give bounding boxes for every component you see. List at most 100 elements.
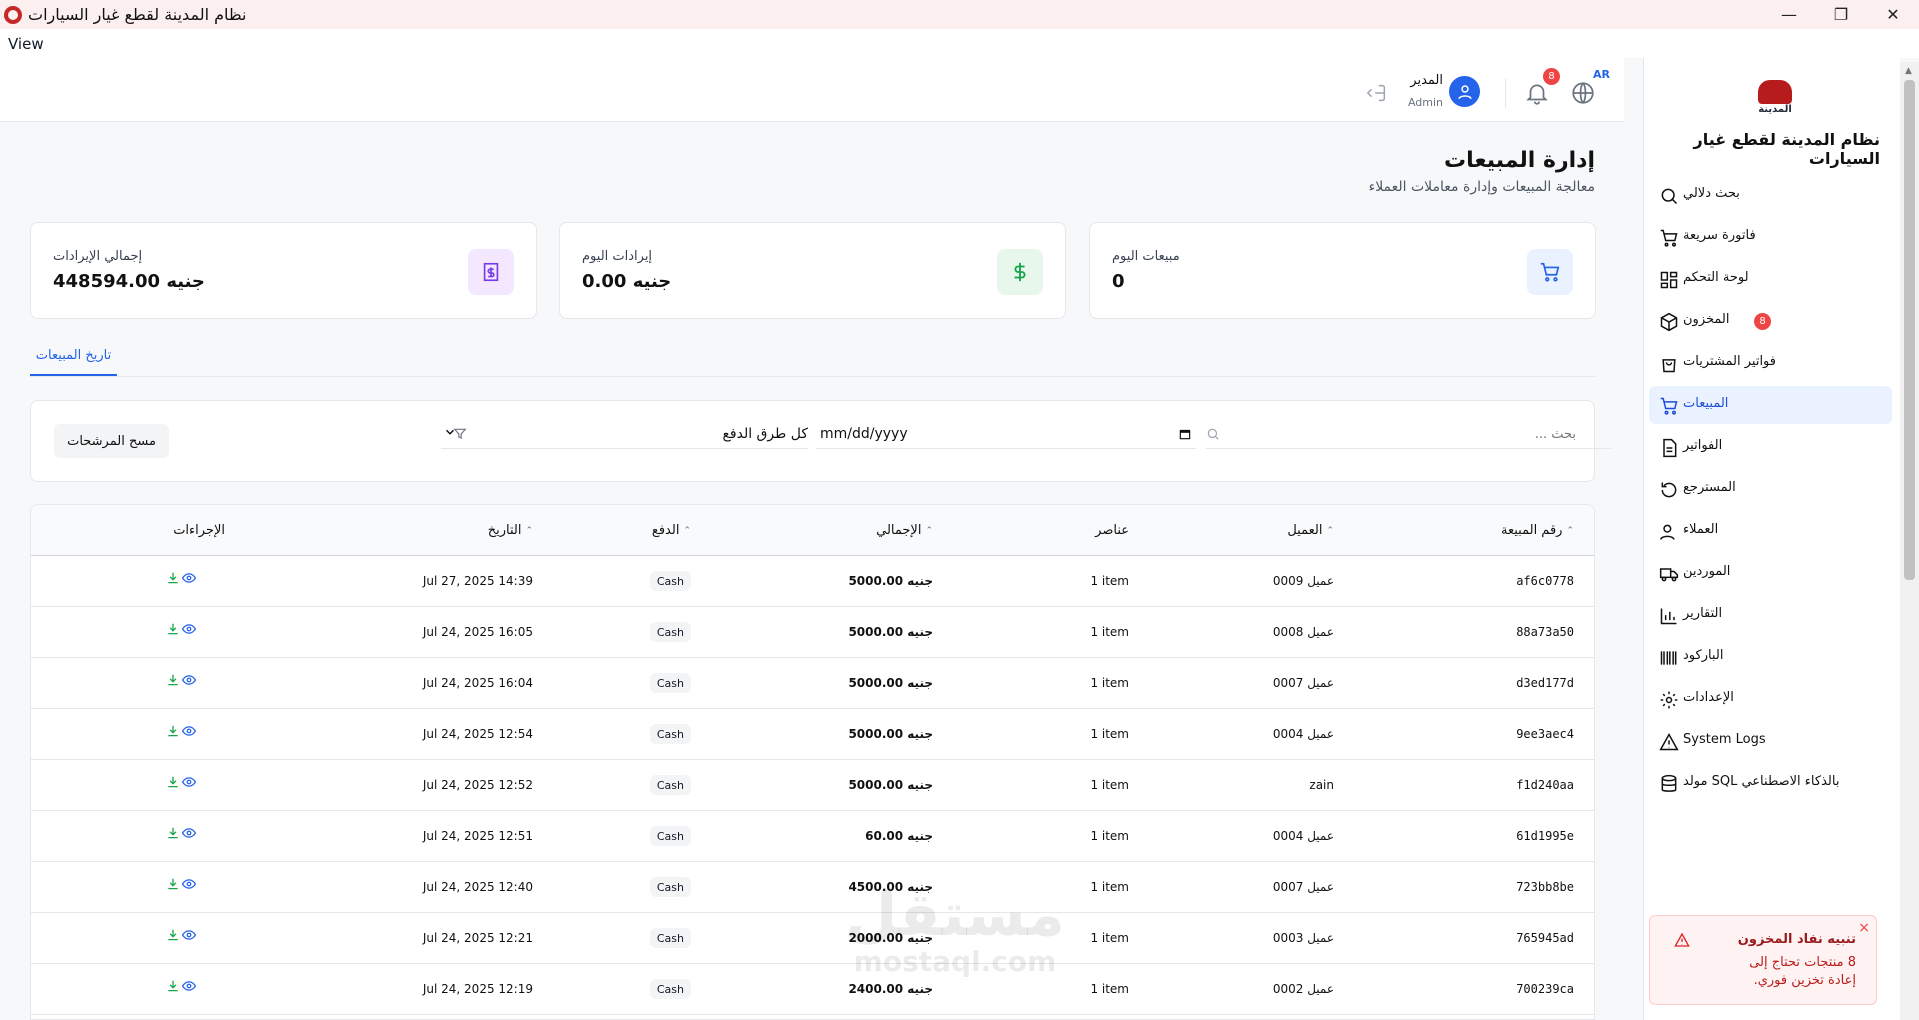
globe-icon[interactable] — [1570, 80, 1596, 106]
items-count: 1 item — [1090, 625, 1129, 639]
scroll-up-icon[interactable]: ▲ — [1905, 66, 1912, 76]
gear-icon — [1658, 689, 1680, 711]
customer-name: عميل 0004 — [1272, 727, 1334, 741]
user-role: Admin — [1407, 96, 1443, 109]
download-icon[interactable] — [166, 979, 180, 993]
header-divider — [1505, 78, 1506, 108]
row-actions — [166, 571, 197, 585]
toast-body: 8 منتجات تحتاج إلى إعادة تخزين فوري. — [1749, 955, 1856, 988]
sidebar-item-label: التقارير — [1683, 606, 1723, 621]
clear-filters-button[interactable]: مسح المرشحات — [54, 424, 169, 458]
logout-icon[interactable] — [1366, 82, 1388, 104]
row-actions — [166, 724, 197, 738]
sidebar-item-sales[interactable]: المبيعات — [1649, 386, 1892, 424]
header-payment[interactable]: الدفع ⌃ — [652, 523, 691, 538]
header-label: التاريخ — [487, 523, 522, 538]
menu-bar: View — [0, 29, 1919, 58]
search-input[interactable] — [1206, 421, 1576, 447]
header-date[interactable]: التاريخ ⌃ — [488, 523, 533, 538]
close-button[interactable]: ✕ — [1867, 0, 1919, 29]
calendar-icon[interactable] — [1178, 427, 1192, 441]
stat-card-today-revenue: إيرادات اليوم جنيه 0.00 — [559, 222, 1066, 319]
sidebar-item-invoices[interactable]: الفواتير — [1649, 428, 1892, 466]
tab-sales-history[interactable]: تاريخ المبيعات — [30, 348, 117, 376]
table-row[interactable]: f1d240aa zain 1 item جنيه 5000.00 Cash J… — [31, 760, 1594, 811]
sidebar-item-suppliers[interactable]: الموردين — [1649, 554, 1892, 592]
view-icon[interactable] — [181, 673, 197, 687]
payment-badge: Cash — [649, 724, 691, 744]
truck-icon — [1658, 563, 1680, 585]
inventory-badge: 8 — [1754, 313, 1771, 330]
maximize-button[interactable]: ❐ — [1815, 0, 1867, 29]
download-icon[interactable] — [166, 928, 180, 942]
sort-icon: ⌃ — [525, 525, 533, 536]
sidebar-item-label: الفواتير — [1683, 438, 1723, 453]
page-scrollbar[interactable]: ▲ — [1900, 62, 1919, 1020]
download-icon[interactable] — [166, 826, 180, 840]
sale-total: جنيه 5000.00 — [848, 778, 933, 792]
minimize-button[interactable]: — — [1763, 0, 1815, 29]
table-row[interactable]: 88a73a50 عميل 0008 1 item جنيه 5000.00 C… — [31, 607, 1594, 658]
view-icon[interactable] — [181, 826, 197, 840]
sidebar-item-returns[interactable]: المسترجع — [1649, 470, 1892, 508]
sidebar-item-system-logs[interactable]: System Logs — [1649, 722, 1892, 760]
window-title: نظام المدينة لقطع غيار السيارات — [28, 5, 247, 24]
view-icon[interactable] — [181, 775, 197, 789]
scrollbar-thumb[interactable] — [1904, 80, 1915, 580]
table-row[interactable]: 700239ca عميل 0002 1 item جنيه 2400.00 C… — [31, 964, 1594, 1015]
table-row[interactable]: d3ed177d عميل 0007 1 item جنيه 5000.00 C… — [31, 658, 1594, 709]
watermark-line1: مستقل — [845, 880, 1065, 950]
sidebar-item-customers[interactable]: العملاء — [1649, 512, 1892, 550]
sale-total: جنيه 5000.00 — [848, 727, 933, 741]
payment-badge: Cash — [649, 877, 691, 897]
view-icon[interactable] — [181, 928, 197, 942]
date-input[interactable]: mm/dd/yyyy — [816, 421, 1196, 449]
payment-method-select[interactable]: كل طرق الدفع — [441, 421, 808, 449]
sidebar-item-reports[interactable]: التقارير — [1649, 596, 1892, 634]
table-row[interactable]: 61d1995e عميل 0004 1 item جنيه 60.00 Cas… — [31, 811, 1594, 862]
toast-close-button[interactable]: × — [1858, 920, 1870, 936]
sidebar-item-sql-generator[interactable]: مولد SQL بالذكاء الاصطناعي — [1649, 764, 1892, 802]
header-customer[interactable]: العميل ⌃ — [1287, 523, 1334, 538]
sidebar-item-dashboard[interactable]: لوحة التحكم — [1649, 260, 1892, 298]
sale-total: جنيه 60.00 — [865, 829, 933, 843]
download-icon[interactable] — [166, 724, 180, 738]
row-actions — [166, 877, 197, 891]
menu-view[interactable]: View — [8, 35, 44, 53]
view-icon[interactable] — [181, 979, 197, 993]
table-row[interactable]: 723bb8be عميل 0007 1 item جنيه 4500.00 C… — [31, 862, 1594, 913]
sidebar-item-barcode[interactable]: الباركود — [1649, 638, 1892, 676]
download-icon[interactable] — [166, 622, 180, 636]
sidebar-item-purchase-invoices[interactable]: فواتير المشتريات — [1649, 344, 1892, 382]
view-icon[interactable] — [181, 571, 197, 585]
table-row[interactable]: 765945ad عميل 0003 1 item جنيه 2000.00 C… — [31, 913, 1594, 964]
download-icon[interactable] — [166, 571, 180, 585]
items-count: 1 item — [1090, 982, 1129, 996]
header-total[interactable]: الإجمالي ⌃ — [876, 523, 933, 538]
view-icon[interactable] — [181, 622, 197, 636]
table-row[interactable]: 9ee3aec4 عميل 0004 1 item جنيه 5000.00 C… — [31, 709, 1594, 760]
table-header: رقم المبيعة ⌃ العميل ⌃ عناصر الإجمالي ⌃ الد… — [31, 505, 1594, 556]
view-icon[interactable] — [181, 877, 197, 891]
sidebar-item-semantic-search[interactable]: بحث دلالي — [1649, 176, 1892, 214]
sidebar-item-quick-invoice[interactable]: فاتورة سريعة — [1649, 218, 1892, 256]
header-sale-no[interactable]: رقم المبيعة ⌃ — [1501, 523, 1574, 538]
sort-icon: ⌃ — [1566, 525, 1574, 536]
user-name: المدير — [1410, 73, 1443, 88]
bell-icon[interactable] — [1524, 80, 1550, 106]
sidebar-item-inventory[interactable]: المخزون 8 — [1649, 302, 1892, 340]
watermark-line2: mostaql.com — [853, 945, 1057, 978]
view-icon[interactable] — [181, 724, 197, 738]
table-row[interactable]: af6c0778 عميل 0009 1 item جنيه 5000.00 C… — [31, 556, 1594, 607]
download-icon[interactable] — [166, 877, 180, 891]
avatar[interactable] — [1449, 76, 1480, 107]
customer-name: عميل 0003 — [1272, 931, 1334, 945]
download-icon[interactable] — [166, 775, 180, 789]
sale-id: f1d240aa — [1516, 778, 1574, 792]
refresh-icon — [1658, 479, 1680, 501]
tab-divider — [30, 376, 1595, 377]
search-icon — [1658, 185, 1680, 207]
sale-date: Jul 24, 2025 12:54 — [422, 727, 533, 741]
download-icon[interactable] — [166, 673, 180, 687]
sidebar-item-settings[interactable]: الإعدادات — [1649, 680, 1892, 718]
